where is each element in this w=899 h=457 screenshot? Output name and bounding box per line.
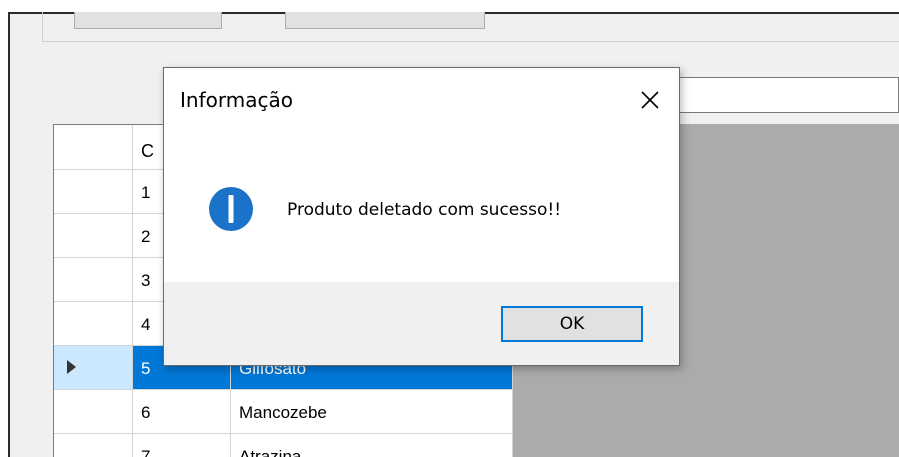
current-row-arrow-icon	[67, 360, 76, 374]
table-row[interactable]: 7 Atrazina	[54, 434, 513, 457]
ok-button[interactable]: OK	[501, 306, 643, 342]
message-dialog: Informação Produto deletado com sucesso!…	[163, 67, 680, 366]
row-header[interactable]	[54, 390, 133, 434]
close-icon[interactable]	[632, 82, 668, 118]
info-icon	[208, 186, 254, 232]
row-header[interactable]	[54, 302, 133, 346]
dialog-footer: OK	[164, 282, 679, 365]
dialog-message: Produto deletado com sucesso!!	[287, 200, 562, 220]
row-header[interactable]	[54, 346, 133, 390]
cell-name[interactable]: Atrazina	[231, 434, 513, 457]
table-row[interactable]: 6 Mancozebe	[54, 390, 513, 434]
search-input[interactable]	[676, 77, 899, 113]
cell-name[interactable]: Mancozebe	[231, 390, 513, 434]
cell-id[interactable]: 7	[133, 434, 231, 457]
cell-id[interactable]: 6	[133, 390, 231, 434]
row-header[interactable]	[54, 258, 133, 302]
screen: C 1 2 3 4 5 Glifosato 6 Mancozebe 7 Atrazina Info…	[0, 0, 899, 457]
top-button-left[interactable]	[74, 12, 222, 29]
dialog-title: Informação	[180, 88, 293, 112]
row-header[interactable]	[54, 170, 133, 214]
row-header[interactable]	[54, 434, 133, 457]
top-button-right[interactable]	[285, 12, 485, 29]
row-header-corner[interactable]	[54, 125, 133, 170]
row-header[interactable]	[54, 214, 133, 258]
